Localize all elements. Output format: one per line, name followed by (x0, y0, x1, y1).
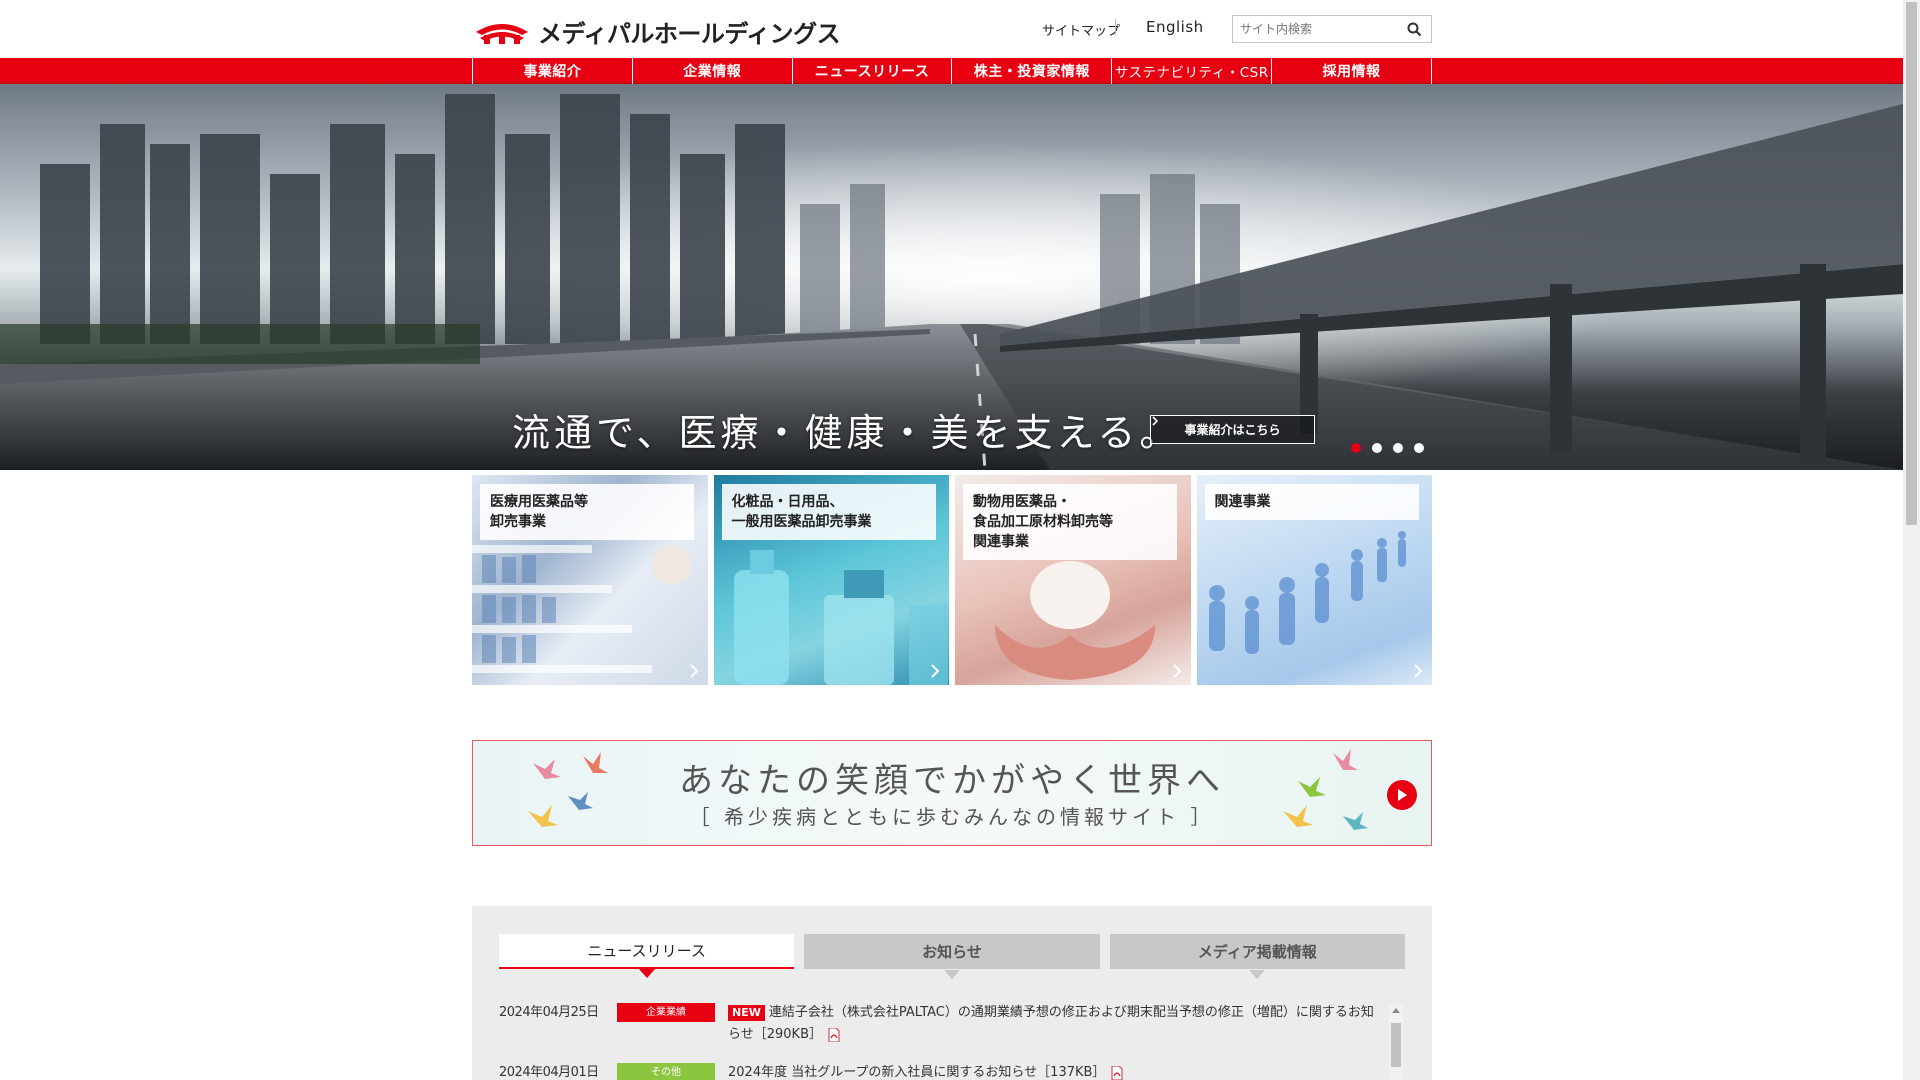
card-label: 関連事業 (1204, 484, 1419, 520)
card-label: 化粧品・日用品、 一般用医薬品卸売事業 (721, 484, 936, 540)
logo-text: メディパルホールディングス (538, 20, 841, 48)
card-cosmetics-wholesale[interactable]: 化粧品・日用品、 一般用医薬品卸売事業 (713, 475, 949, 685)
nav-item-recruit[interactable]: 採用情報 (1271, 58, 1432, 84)
banner-title: あなたの笑顔でかがやく世界へ (679, 761, 1225, 801)
card-related-business[interactable]: 関連事業 (1196, 475, 1432, 685)
card-medical-wholesale[interactable]: 医療用医薬品等 卸売事業 (472, 475, 708, 685)
site-search (1232, 15, 1432, 43)
sitemap-link[interactable]: サイトマップ (1042, 20, 1120, 39)
nav-item-business[interactable]: 事業紹介 (472, 58, 632, 84)
news-scrollbar[interactable] (1389, 1005, 1403, 1080)
slider-dots (1351, 443, 1424, 453)
chevron-right-icon (1152, 416, 1159, 426)
news-item: 2024年04月01日 その他 2024年度 当社グループの新入社員に関するお知… (499, 1062, 1379, 1080)
news-link[interactable]: 2024年度 当社グループの新入社員に関するお知らせ［137KB］ (728, 1062, 1379, 1080)
news-item: 2024年04月25日 企業業績 NEW 連結子会社（株式会社PALTAC）の通期… (499, 1002, 1379, 1046)
tab-label: ニュースリリース (587, 942, 706, 960)
scroll-thumb[interactable] (1391, 1023, 1401, 1067)
tab-news-release[interactable]: ニュースリリース (499, 934, 795, 978)
slider-dot-2[interactable] (1372, 443, 1382, 453)
news-date: 2024年04月01日 (499, 1065, 599, 1080)
hero-slider[interactable]: 流通で、医療・健康・美を支える。 事業紹介はこちら (0, 84, 1903, 470)
tab-notices[interactable]: お知らせ (804, 934, 1100, 979)
news-tabs: ニュースリリース お知らせ メディア掲載情報 (499, 934, 1405, 979)
new-badge: NEW (728, 1005, 765, 1021)
scroll-up-icon[interactable] (1392, 1008, 1400, 1013)
nav-item-news[interactable]: ニュースリリース (791, 58, 952, 84)
banner-subtitle: ［ 希少疾病とともに歩むみんなの情報サイト ］ (689, 805, 1215, 829)
hero-caption: 流通で、医療・健康・美を支える。 (512, 411, 1182, 455)
business-cards: 医療用医薬品等 卸売事業 化粧品・日用品、 一般用医薬品卸売事業 動物用医薬品・… (472, 475, 1432, 685)
search-icon (1407, 22, 1421, 36)
tab-label: お知らせ (922, 943, 982, 961)
hero-button-label: 事業紹介はこちら (1184, 423, 1281, 437)
chevron-right-icon (1414, 664, 1423, 678)
nav-item-company[interactable]: 企業情報 (631, 58, 792, 84)
play-icon[interactable] (1387, 780, 1417, 810)
news-category-badge: その他 (617, 1063, 715, 1080)
pdf-icon (828, 1027, 840, 1042)
tab-media[interactable]: メディア掲載情報 (1109, 934, 1405, 979)
tab-pointer (943, 970, 960, 979)
news-title: 連結子会社（株式会社PALTAC）の通期業績予想の修正および期末配当予想の修正（… (728, 1005, 1374, 1042)
tab-pointer (1249, 970, 1266, 979)
card-label: 医療用医薬品等 卸売事業 (480, 484, 694, 540)
card-label: 動物用医薬品・ 食品加工原材料卸売等 関連事業 (963, 484, 1177, 560)
nav-item-sustainability[interactable]: サステナビリティ・CSR (1111, 58, 1271, 84)
global-nav: 事業紹介 企業情報 ニュースリリース 株主・投資家情報 サステナビリティ・CSR… (0, 58, 1903, 84)
page-scroll-thumb[interactable] (1906, 2, 1917, 525)
site-header: メディパルホールディングス サイトマップ English (0, 0, 1903, 58)
search-input[interactable] (1233, 16, 1393, 42)
news-link[interactable]: NEW 連結子会社（株式会社PALTAC）の通期業績予想の修正および期末配当予想の… (728, 1002, 1379, 1046)
news-date: 2024年04月25日 (499, 1005, 599, 1020)
tab-label: メディア掲載情報 (1197, 943, 1317, 961)
slider-dot-3[interactable] (1393, 443, 1403, 453)
news-title: 2024年度 当社グループの新入社員に関するお知らせ［137KB］ (728, 1065, 1106, 1080)
news-category-badge: 企業業績 (617, 1003, 715, 1022)
card-animal-food-wholesale[interactable]: 動物用医薬品・ 食品加工原材料卸売等 関連事業 (955, 475, 1191, 685)
page-scrollbar[interactable] (1903, 0, 1920, 1080)
pdf-icon (1111, 1065, 1123, 1080)
chevron-right-icon (1172, 664, 1181, 678)
chevron-right-icon (689, 664, 698, 678)
nav-item-investors[interactable]: 株主・投資家情報 (951, 58, 1111, 84)
tab-pointer (638, 969, 655, 978)
hero-business-button[interactable]: 事業紹介はこちら (1150, 415, 1315, 444)
logo[interactable]: メディパルホールディングス (474, 14, 841, 49)
slider-dot-4[interactable] (1414, 443, 1424, 453)
logo-mark-icon (476, 23, 528, 44)
slider-dot-1[interactable] (1351, 443, 1361, 453)
utility-divider (1115, 19, 1116, 35)
news-section: ニュースリリース お知らせ メディア掲載情報 2024年04月25日 企業業績 … (472, 906, 1432, 1080)
rare-disease-banner[interactable]: あなたの笑顔でかがやく世界へ ［ 希少疾病とともに歩むみんなの情報サイト ］ (472, 740, 1432, 846)
english-link[interactable]: English (1146, 18, 1204, 36)
chevron-right-icon (931, 664, 940, 678)
news-list: 2024年04月25日 企業業績 NEW 連結子会社（株式会社PALTAC）の通期… (499, 1002, 1379, 1080)
search-button[interactable] (1397, 16, 1431, 42)
